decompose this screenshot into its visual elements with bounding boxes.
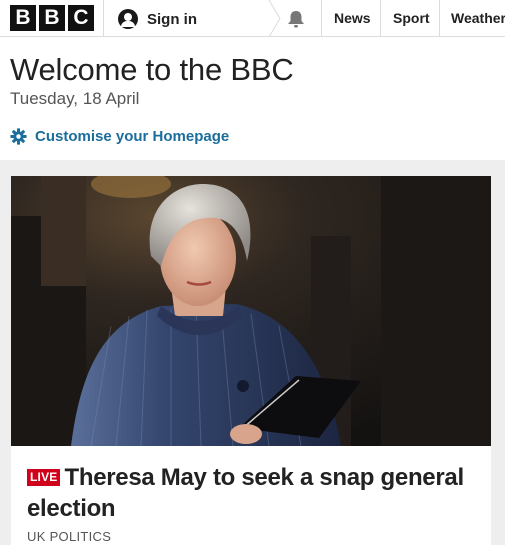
- user-icon: [118, 9, 138, 29]
- nav-divider: [439, 0, 440, 37]
- story-category[interactable]: UK POLITICS: [27, 529, 111, 544]
- story-image[interactable]: [11, 176, 491, 446]
- notifications-bell-icon[interactable]: [285, 9, 307, 29]
- current-date: Tuesday, 18 April: [10, 89, 140, 108]
- nav-news-link[interactable]: News: [334, 10, 371, 26]
- headline-text: Theresa May to seek a snap general elect…: [27, 464, 464, 522]
- sign-in-button[interactable]: Sign in: [118, 7, 197, 31]
- logo-letter: C: [68, 5, 94, 31]
- top-story-card[interactable]: LIVE Theresa May to seek a snap general e…: [11, 176, 491, 545]
- story-headline[interactable]: LIVE Theresa May to seek a snap general e…: [27, 462, 487, 524]
- logo-letter: B: [10, 5, 36, 31]
- chevron-divider-icon: [268, 0, 281, 37]
- logo-letter: B: [39, 5, 65, 31]
- bbc-logo[interactable]: B B C: [10, 5, 94, 31]
- customise-label: Customise your Homepage: [35, 128, 230, 145]
- live-badge: LIVE: [27, 469, 61, 486]
- top-bar: B B C Sign in News Sport Weather: [0, 0, 505, 37]
- nav-divider: [321, 0, 322, 37]
- customise-homepage-link[interactable]: Customise your Homepage: [10, 128, 229, 145]
- gear-icon: [10, 128, 27, 145]
- sign-in-label: Sign in: [147, 10, 197, 28]
- nav-divider: [103, 0, 104, 37]
- nav-divider: [380, 0, 381, 37]
- news-photo-icon: [11, 176, 491, 446]
- nav-sport-link[interactable]: Sport: [393, 10, 430, 26]
- page-title: Welcome to the BBC: [10, 52, 294, 87]
- nav-weather-link[interactable]: Weather: [451, 10, 505, 26]
